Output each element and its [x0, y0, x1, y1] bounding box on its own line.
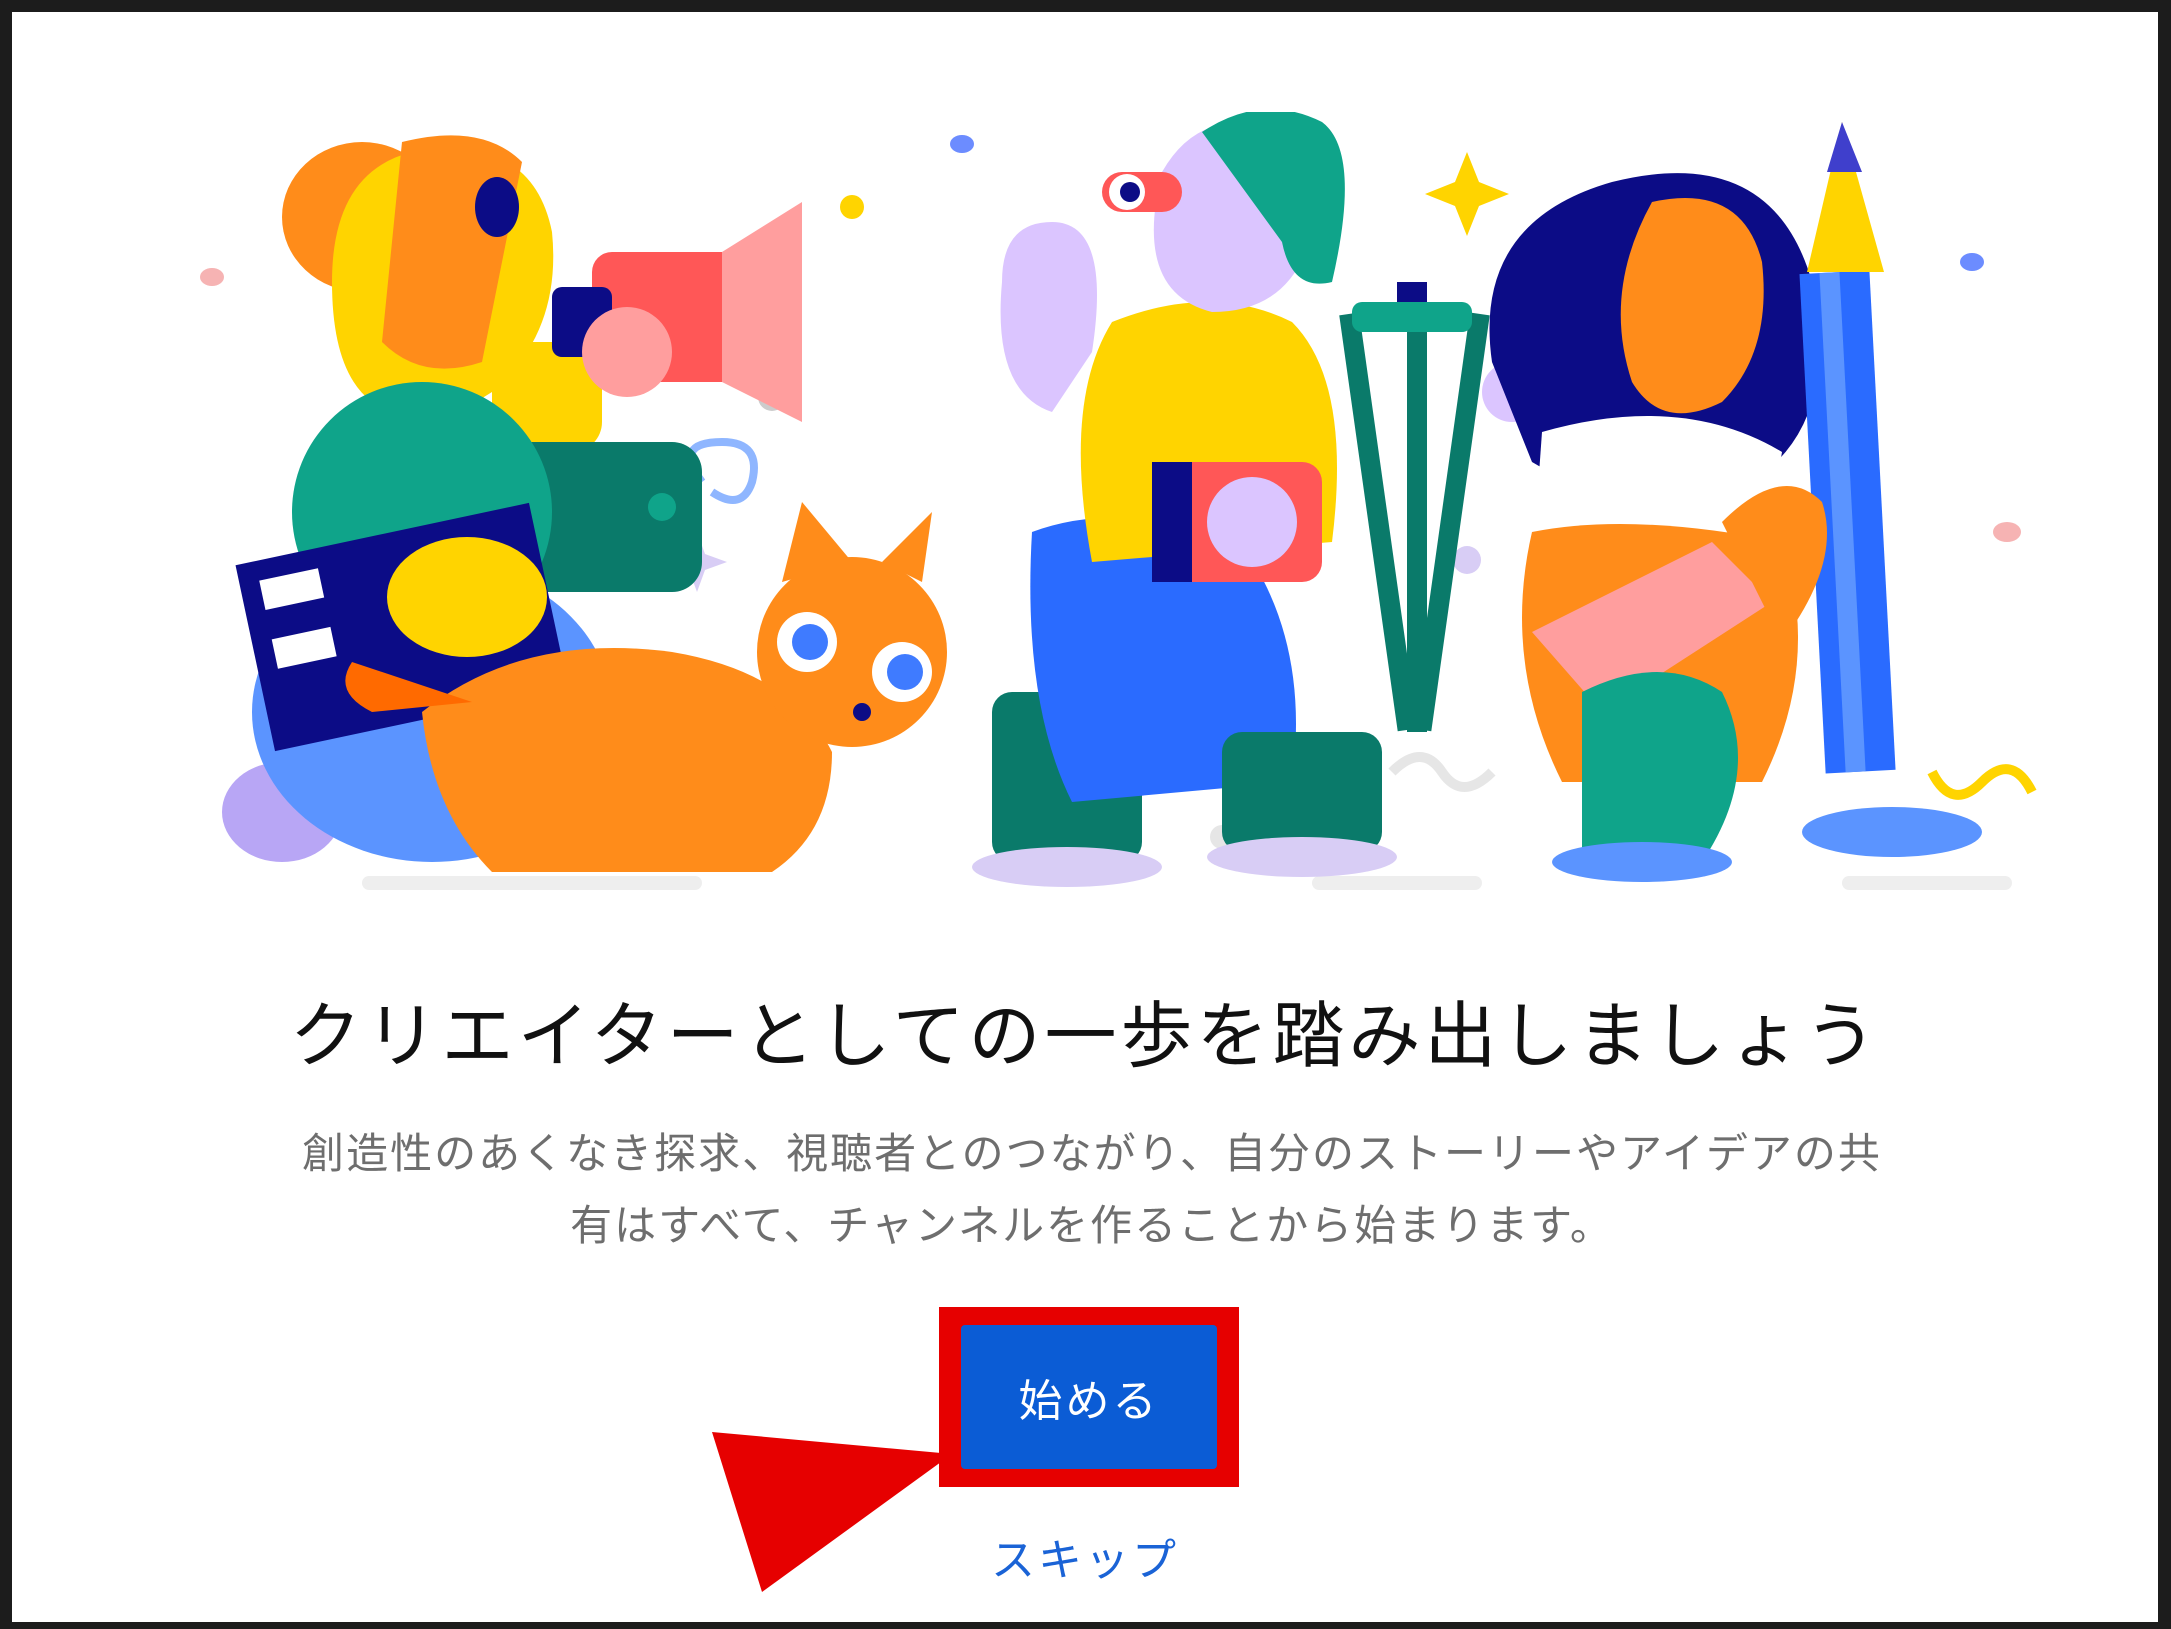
description-line-2: 有はすべて、チャンネルを作ることから始まります。: [570, 1201, 1614, 1250]
creators-illustration: [200, 112, 2037, 890]
skip-link[interactable]: スキップ: [960, 1524, 1210, 1588]
annotation-arrow-icon: [712, 1432, 952, 1592]
page-title: クリエイターとしての一歩を踏み出しましょう: [289, 994, 1881, 1078]
start-button[interactable]: 始める: [961, 1325, 1217, 1469]
description: 創造性のあくなき探求、視聴者とのつながり、自分のストーリーやアイデアの共 有はす…: [252, 1118, 1932, 1262]
onboarding-dialog: クリエイターとしての一歩を踏み出しましょう 創造性のあくなき探求、視聴者とのつな…: [12, 12, 2158, 1622]
description-line-1: 創造性のあくなき探求、視聴者とのつながり、自分のストーリーやアイデアの共: [302, 1129, 1882, 1178]
